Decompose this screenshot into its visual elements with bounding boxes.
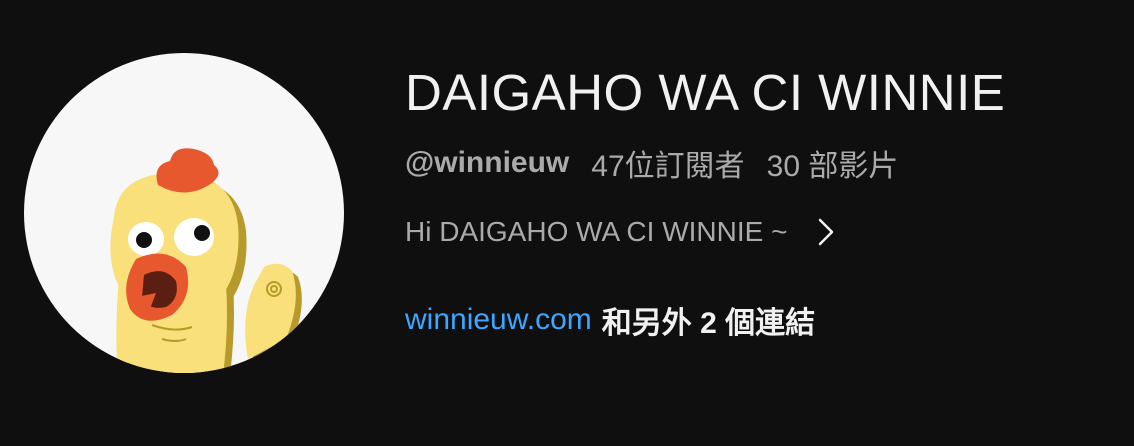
video-count: 30 部影片: [766, 150, 899, 183]
subscriber-count: 47位訂閱者: [591, 150, 745, 183]
channel-website-link[interactable]: winnieuw.com: [405, 303, 592, 337]
channel-title: DAIGAHO WA CI WINNIE: [405, 64, 1006, 121]
channel-meta: @winnieuw 47位訂閱者 30 部影片: [405, 144, 1125, 183]
channel-header: DAIGAHO WA CI WINNIE @winnieuw 47位訂閱者 30…: [0, 0, 1134, 446]
description-text: Hi DAIGAHO WA CI WINNIE ~: [405, 216, 788, 247]
channel-links: winnieuw.com 和另外 2 個連結: [405, 300, 1125, 340]
channel-handle: @winnieuw: [405, 146, 570, 179]
channel-avatar[interactable]: [24, 53, 344, 373]
chicken-avatar-icon: [110, 148, 302, 373]
more-links-button[interactable]: 和另外 2 個連結: [602, 298, 815, 342]
chevron-right-icon[interactable]: [817, 217, 835, 247]
channel-info: DAIGAHO WA CI WINNIE @winnieuw 47位訂閱者 30…: [405, 58, 1125, 340]
channel-description[interactable]: Hi DAIGAHO WA CI WINNIE ~: [405, 212, 1125, 252]
